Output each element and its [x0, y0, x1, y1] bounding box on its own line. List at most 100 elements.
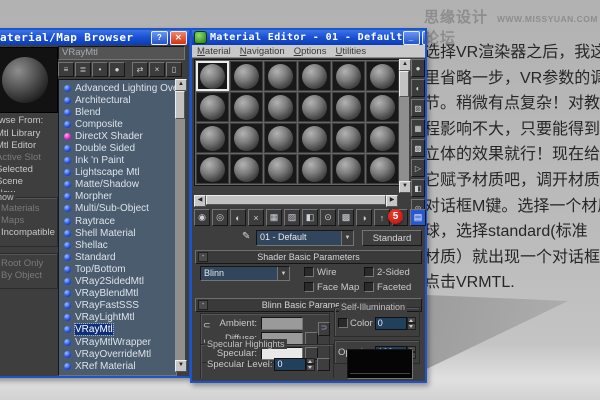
material-slot[interactable] [196, 61, 229, 91]
material-list-item[interactable]: Standard [59, 251, 176, 263]
material-slot[interactable] [264, 154, 297, 184]
dropdown-arrow-icon[interactable]: ▼ [277, 267, 289, 280]
material-list-item[interactable]: Architectural [59, 94, 176, 106]
filter-option[interactable]: Root Only [0, 258, 57, 270]
scroll-right-arrow-icon[interactable]: ▶ [386, 195, 398, 207]
material-list-item[interactable]: Advanced Lighting Override [59, 82, 176, 94]
material-slot[interactable] [332, 123, 365, 153]
collapse-icon[interactable]: - [198, 300, 208, 310]
put-material-to-scene-icon[interactable]: ◎ [212, 209, 228, 226]
editor-titlebar[interactable]: Material Editor - 01 - Default _ □ ✕ [192, 30, 425, 45]
put-to-library-icon[interactable]: ◧ [302, 209, 318, 226]
self-illum-color-spinner[interactable]: 0 [375, 317, 416, 330]
material-list-item[interactable]: Raytrace [59, 215, 176, 227]
slot-vertical-scrollbar[interactable]: ▲ ▼ [399, 59, 409, 193]
material-slot[interactable] [196, 92, 229, 122]
material-list-item[interactable]: Lightscape Mtl [59, 167, 176, 179]
material-list-scrollbar[interactable]: ▲ ▼ [175, 79, 185, 372]
material-type-button[interactable]: Standard [362, 230, 422, 246]
scroll-left-arrow-icon[interactable]: ◀ [194, 195, 206, 207]
face-map-checkbox[interactable] [304, 282, 314, 292]
material-slot[interactable] [366, 123, 399, 153]
pick-material-eyedropper-icon[interactable]: ✎ [242, 231, 250, 242]
material-slot[interactable] [298, 123, 331, 153]
assign-material-to-selection-icon[interactable]: ◐ [230, 209, 246, 226]
clear-material-library-icon[interactable]: ▯ [166, 62, 182, 77]
delete-from-library-icon[interactable]: × [149, 62, 165, 77]
material-list-item[interactable]: Blend [59, 106, 176, 118]
browser-titlebar[interactable]: Material/Map Browser ? ✕ [0, 30, 189, 45]
options-icon[interactable]: ◧ [411, 179, 425, 197]
scroll-down-arrow-icon[interactable]: ▼ [175, 360, 187, 372]
scrollbar-thumb[interactable] [175, 91, 185, 119]
material-list-item[interactable]: VRayMtl [59, 324, 176, 336]
material-slot[interactable] [332, 92, 365, 122]
view-list-icon[interactable]: ≡ [58, 62, 74, 77]
show-option[interactable]: Incompatible [0, 227, 57, 239]
material-slot[interactable] [298, 61, 331, 91]
update-scene-materials-icon[interactable]: ⇄ [132, 62, 148, 77]
minimize-button[interactable]: _ [403, 31, 420, 45]
scrollbar-thumb[interactable] [206, 195, 386, 205]
material-slot[interactable] [332, 61, 365, 91]
material-list-item[interactable]: Double Sided [59, 142, 176, 154]
browse-from-option[interactable]: Active Slot [0, 152, 60, 164]
material-list-item[interactable]: VRayBlendMtl [59, 288, 176, 300]
material-slot[interactable] [366, 61, 399, 91]
material-slot[interactable] [264, 92, 297, 122]
material-list-item[interactable]: Top/Bottom [59, 263, 176, 275]
ambient-diffuse-interlock-button[interactable]: ⊃ [318, 322, 330, 336]
scroll-up-arrow-icon[interactable]: ▲ [399, 59, 411, 71]
sample-uv-tiling-icon[interactable]: ▦ [411, 119, 425, 137]
maximize-button[interactable]: □ [422, 31, 425, 45]
material-list-item[interactable]: XRef Material [59, 360, 176, 372]
slot-horizontal-scrollbar[interactable]: ◀ ▶ [194, 195, 398, 205]
scroll-up-arrow-icon[interactable]: ▲ [175, 79, 187, 91]
browse-from-option[interactable]: Mtl Library [0, 128, 60, 140]
help-button[interactable]: ? [151, 31, 168, 45]
material-list-item[interactable]: Matte/Shadow [59, 179, 176, 191]
reset-map-icon[interactable]: × [248, 209, 264, 226]
material-slot[interactable] [264, 123, 297, 153]
material-slot[interactable] [230, 61, 263, 91]
material-list-item[interactable]: VRayLightMtl [59, 312, 176, 324]
menu-item[interactable]: Utilities [335, 46, 366, 57]
collapse-icon[interactable]: - [198, 252, 208, 262]
material-slot[interactable] [298, 154, 331, 184]
material-name-dropdown[interactable]: 01 - Default ▼ [256, 230, 354, 246]
menu-item[interactable]: Material [197, 46, 231, 57]
material-id-channel-icon[interactable]: ⊙ [320, 209, 336, 226]
material-map-navigator-icon[interactable]: ▤ [410, 209, 426, 226]
self-illum-checkbox[interactable] [338, 318, 348, 328]
faceted-checkbox[interactable] [364, 282, 374, 292]
get-material-icon[interactable]: ◉ [194, 209, 210, 226]
material-slot[interactable] [366, 154, 399, 184]
sample-type-icon[interactable]: ● [411, 59, 425, 77]
show-option[interactable]: Maps [0, 215, 57, 227]
show-option[interactable]: Materials [0, 203, 57, 215]
material-slot[interactable] [298, 92, 331, 122]
material-slot[interactable] [230, 154, 263, 184]
material-slot[interactable] [196, 123, 229, 153]
material-list-item[interactable]: DirectX Shader [59, 130, 176, 142]
material-list-item[interactable]: VRay2SidedMtl [59, 276, 176, 288]
specular-level-spinner[interactable]: 0 [274, 358, 315, 371]
material-list-item[interactable]: Shellac [59, 239, 176, 251]
material-slot[interactable] [230, 92, 263, 122]
backlight-icon[interactable]: ◐ [411, 79, 425, 97]
dropdown-arrow-icon[interactable]: ▼ [341, 231, 353, 245]
make-preview-icon[interactable]: ▷ [411, 159, 425, 177]
make-material-copy-icon[interactable]: ▦ [266, 209, 282, 226]
view-list-plus-icon[interactable]: ≣ [75, 62, 91, 77]
material-list-item[interactable]: VRayMtlWrapper [59, 336, 176, 348]
scroll-down-arrow-icon[interactable]: ▼ [399, 181, 411, 193]
ambient-diffuse-lock-icon[interactable]: ⊂ [203, 320, 211, 331]
scrollbar-thumb[interactable] [399, 71, 409, 97]
material-list-item[interactable]: Composite [59, 118, 176, 130]
browse-from-option[interactable]: Selected [0, 164, 60, 176]
material-list-item[interactable]: VRayOverrideMtl [59, 348, 176, 360]
browse-from-option[interactable]: Mtl Editor [0, 140, 60, 152]
material-slot[interactable] [196, 154, 229, 184]
material-list-item[interactable]: Multi/Sub-Object [59, 203, 176, 215]
make-unique-icon[interactable]: ▨ [284, 209, 300, 226]
